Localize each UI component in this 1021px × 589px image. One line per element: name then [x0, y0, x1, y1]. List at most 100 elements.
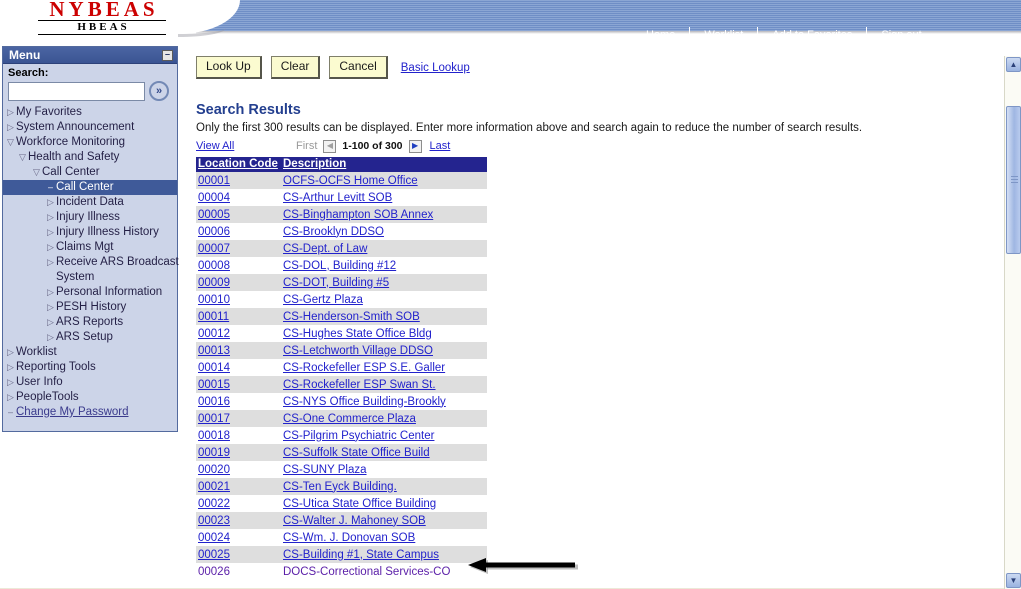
- cell-description: CS-DOT, Building #5: [281, 274, 487, 291]
- description-link[interactable]: CS-Gertz Plaza: [283, 294, 363, 306]
- location-code-link[interactable]: 00007: [198, 243, 230, 255]
- location-code-link[interactable]: 00005: [198, 209, 230, 221]
- menu-search-input[interactable]: [8, 81, 145, 101]
- table-row: 00005 CS-Binghampton SOB Annex: [196, 206, 487, 223]
- menu-item-worklist[interactable]: ▷ Worklist: [3, 345, 177, 360]
- location-code-link[interactable]: 00023: [198, 515, 230, 527]
- menu-item-personal-information[interactable]: ▷ Personal Information: [3, 285, 177, 300]
- menu-item-ars-reports[interactable]: ▷ ARS Reports: [3, 315, 177, 330]
- description-link[interactable]: CS-One Commerce Plaza: [283, 413, 416, 425]
- location-code-link[interactable]: 00010: [198, 294, 230, 306]
- cell-description: CS-Suffolk State Office Build: [281, 444, 487, 461]
- location-code-link[interactable]: 00015: [198, 379, 230, 391]
- search-go-icon[interactable]: »: [149, 81, 169, 101]
- menu-item-user-info[interactable]: ▷ User Info: [3, 375, 177, 390]
- description-link[interactable]: CS-SUNY Plaza: [283, 464, 367, 476]
- menu-item-claims-mgt[interactable]: ▷ Claims Mgt: [3, 240, 177, 255]
- description-link[interactable]: CS-NYS Office Building-Brookly: [283, 396, 446, 408]
- menu-item-change-my-password[interactable]: – Change My Password: [3, 405, 177, 420]
- results-pager: View All First ◀ 1-100 of 300 ▶ Last: [196, 138, 996, 154]
- menu-item-label[interactable]: Change My Password: [16, 406, 129, 418]
- cancel-button[interactable]: Cancel: [329, 56, 388, 79]
- description-link[interactable]: CS-Henderson-Smith SOB: [283, 311, 420, 323]
- description-link[interactable]: CS-Dept. of Law: [283, 243, 367, 255]
- menu-item-reporting-tools[interactable]: ▷ Reporting Tools: [3, 360, 177, 375]
- previous-page-icon[interactable]: ◀: [323, 139, 337, 153]
- nav-link-worklist[interactable]: Worklist: [690, 26, 757, 44]
- menu-item-label: Claims Mgt: [56, 241, 114, 253]
- last-page-link[interactable]: Last: [430, 140, 451, 152]
- menu-item-workforce-monitoring[interactable]: ▽ Workforce Monitoring: [3, 135, 177, 150]
- location-code-link[interactable]: 00019: [198, 447, 230, 459]
- nav-link-sign-out[interactable]: Sign out: [867, 26, 935, 44]
- basic-lookup-link[interactable]: Basic Lookup: [401, 62, 470, 74]
- location-code-link[interactable]: 00020: [198, 464, 230, 476]
- cell-location-code: 00014: [196, 359, 281, 376]
- description-link[interactable]: CS-DOT, Building #5: [283, 277, 389, 289]
- location-code-link[interactable]: 00011: [198, 311, 229, 323]
- menu-item-health-and-safety[interactable]: ▽ Health and Safety: [3, 150, 177, 165]
- scroll-up-icon[interactable]: ▲: [1006, 57, 1021, 72]
- location-code-link[interactable]: 00021: [198, 481, 230, 493]
- description-link[interactable]: CS-Binghampton SOB Annex: [283, 209, 433, 221]
- location-code-link[interactable]: 00024: [198, 532, 230, 544]
- menu-item-ars-setup[interactable]: ▷ ARS Setup: [3, 330, 177, 345]
- nav-link-add-to-favorites[interactable]: Add to Favorites: [758, 26, 866, 44]
- cell-description: CS-Henderson-Smith SOB: [281, 308, 487, 325]
- view-all-link[interactable]: View All: [196, 140, 296, 152]
- description-link[interactable]: OCFS-OCFS Home Office: [283, 175, 418, 187]
- menu-item-pesh-history[interactable]: ▷ PESH History: [3, 300, 177, 315]
- clear-button[interactable]: Clear: [270, 56, 321, 79]
- location-code-link[interactable]: 00017: [198, 413, 230, 425]
- chevron-right-icon: ▷: [47, 257, 54, 267]
- location-code-link[interactable]: 00016: [198, 396, 230, 408]
- menu-item-peopletools[interactable]: ▷ PeopleTools: [3, 390, 177, 405]
- description-link[interactable]: CS-Walter J. Mahoney SOB: [283, 515, 426, 527]
- description-link[interactable]: CS-Suffolk State Office Build: [283, 447, 430, 459]
- menu-item-call-center[interactable]: ▽ Call Center: [3, 165, 177, 180]
- look-up-button[interactable]: Look Up: [196, 56, 262, 79]
- vertical-scrollbar[interactable]: ▲ ▼: [1004, 56, 1021, 589]
- location-code-link[interactable]: 00014: [198, 362, 230, 374]
- column-header-description[interactable]: Description: [281, 157, 487, 172]
- menu-item-label: My Favorites: [16, 106, 82, 118]
- minimize-icon[interactable]: –: [162, 50, 173, 61]
- description-link[interactable]: CS-Rockefeller ESP Swan St.: [283, 379, 436, 391]
- menu-item-system-announcement[interactable]: ▷ System Announcement: [3, 120, 177, 135]
- scroll-down-icon[interactable]: ▼: [1006, 573, 1021, 588]
- description-link[interactable]: CS-Brooklyn DDSO: [283, 226, 384, 238]
- description-link[interactable]: CS-Ten Eyck Building.: [283, 481, 397, 493]
- menu-item-injury-illness[interactable]: ▷ Injury Illness: [3, 210, 177, 225]
- next-page-icon[interactable]: ▶: [408, 139, 422, 153]
- location-code-link[interactable]: 00012: [198, 328, 230, 340]
- description-link[interactable]: CS-Building #1, State Campus: [283, 549, 439, 561]
- menu-item-receive-ars-broadcast[interactable]: ▷ Receive ARS Broadcast: [3, 255, 179, 270]
- location-code-link[interactable]: 00018: [198, 430, 230, 442]
- cell-description: CS-Rockefeller ESP S.E. Galler: [281, 359, 487, 376]
- location-code-link[interactable]: 00013: [198, 345, 230, 357]
- description-link[interactable]: CS-Pilgrim Psychiatric Center: [283, 430, 434, 442]
- scrollbar-thumb[interactable]: [1006, 106, 1021, 254]
- menu-item-label: Reporting Tools: [16, 361, 96, 373]
- location-code-link[interactable]: 00022: [198, 498, 230, 510]
- menu-item-injury-illness-history[interactable]: ▷ Injury Illness History: [3, 225, 177, 240]
- description-link[interactable]: CS-Rockefeller ESP S.E. Galler: [283, 362, 445, 374]
- description-link[interactable]: CS-Letchworth Village DDSO: [283, 345, 433, 357]
- column-header-location-code[interactable]: Location Code: [196, 157, 281, 172]
- menu-item-my-favorites[interactable]: ▷ My Favorites: [3, 105, 177, 120]
- location-code-link[interactable]: 00004: [198, 192, 230, 204]
- description-link[interactable]: CS-Utica State Office Building: [283, 498, 436, 510]
- search-results-table: Location Code Description 00001 OCFS-OCFS…: [196, 157, 487, 580]
- location-code-link[interactable]: 00009: [198, 277, 230, 289]
- location-code-link[interactable]: 00006: [198, 226, 230, 238]
- location-code-link[interactable]: 00008: [198, 260, 230, 272]
- description-link[interactable]: CS-DOL, Building #12: [283, 260, 396, 272]
- menu-item-call-center[interactable]: – Call Center: [3, 180, 177, 195]
- description-link[interactable]: CS-Wm. J. Donovan SOB: [283, 532, 415, 544]
- description-link[interactable]: CS-Hughes State Office Bldg: [283, 328, 432, 340]
- menu-item-incident-data[interactable]: ▷ Incident Data: [3, 195, 177, 210]
- nav-link-home[interactable]: Home: [632, 26, 689, 44]
- description-link[interactable]: CS-Arthur Levitt SOB: [283, 192, 392, 204]
- location-code-link[interactable]: 00001: [198, 175, 230, 187]
- location-code-link[interactable]: 00025: [198, 549, 230, 561]
